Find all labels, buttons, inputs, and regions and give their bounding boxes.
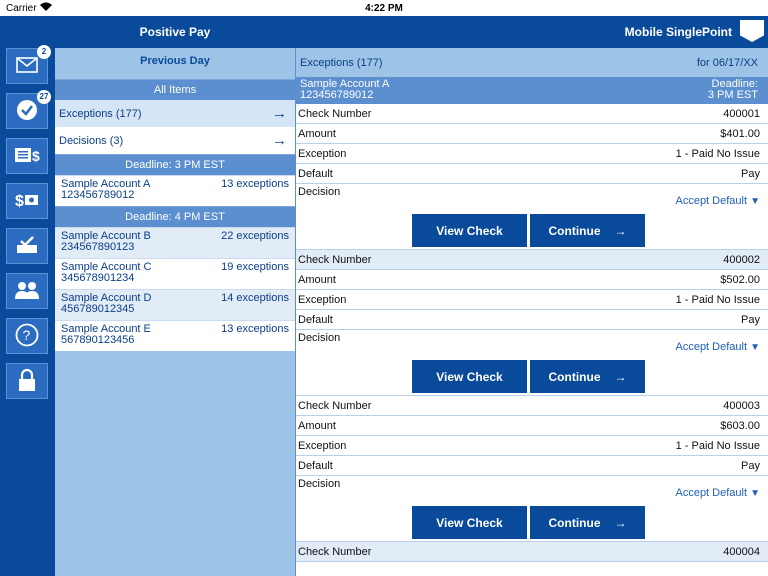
- arrow-right-icon: →: [272, 132, 287, 149]
- continue-button[interactable]: Continue →: [530, 214, 645, 247]
- exception-row: Exception 1 - Paid No Issue: [296, 290, 768, 310]
- panel-title: Previous Day: [140, 55, 210, 67]
- account-header: Sample Account A 123456789012 Deadline: 3 …: [296, 77, 768, 104]
- deadline-value: 3 PM EST: [707, 89, 758, 101]
- account-number: 456789012345: [61, 303, 135, 315]
- list-item[interactable]: Sample Account D 456789012345 14 exceptio…: [55, 289, 295, 320]
- transfer-button[interactable]: $: [6, 183, 48, 219]
- list-item[interactable]: Sample Account B 234567890123 22 exceptio…: [55, 227, 295, 258]
- account-list-panel: Previous Day All Items Exceptions (177) …: [55, 48, 295, 576]
- deposit-button[interactable]: [6, 228, 48, 264]
- users-button[interactable]: [6, 273, 48, 309]
- chevron-down-icon: ▼: [750, 196, 760, 207]
- arrow-right-icon: →: [614, 223, 627, 238]
- view-check-button[interactable]: View Check: [412, 506, 527, 539]
- check-number-row: Check Number 400002: [296, 250, 768, 270]
- icon-rail: 2 27 $ $ ?: [0, 45, 55, 576]
- chevron-down-icon: ▼: [750, 488, 760, 499]
- all-items-header: All Items: [55, 79, 295, 100]
- account-number: 123456789012: [61, 189, 135, 201]
- brand-name: Mobile SinglePoint: [624, 25, 732, 39]
- app-header: Positive Pay Mobile SinglePoint: [0, 16, 768, 48]
- detail-title: Exceptions (177): [300, 56, 383, 69]
- continue-button[interactable]: Continue →: [530, 506, 645, 539]
- detail-header: Exceptions (177) for 06/17/XX: [296, 48, 768, 77]
- list-item[interactable]: Sample Account C 345678901234 19 exceptio…: [55, 258, 295, 289]
- svg-text:$: $: [15, 193, 24, 210]
- default-row: Default Pay: [296, 456, 768, 476]
- detail-date: for 06/17/XX: [696, 56, 758, 69]
- approvals-button[interactable]: 27: [6, 90, 51, 129]
- messages-badge: 2: [37, 45, 51, 59]
- account-number: 567890123456: [61, 334, 135, 346]
- checkmark-icon: [16, 99, 38, 124]
- bill-pay-button[interactable]: $: [6, 138, 48, 174]
- bills-icon: $: [14, 145, 40, 168]
- svg-text:$: $: [32, 148, 40, 164]
- view-check-button[interactable]: View Check: [412, 360, 527, 393]
- decision-select[interactable]: Accept Default ▼: [675, 487, 760, 499]
- view-check-button[interactable]: View Check: [412, 214, 527, 247]
- amount-row: Amount $401.00: [296, 124, 768, 144]
- default-row: Default Pay: [296, 164, 768, 184]
- exception-count: 14 exceptions: [221, 292, 289, 304]
- exception-detail-panel: Exceptions (177) for 06/17/XX Sample Acc…: [295, 48, 768, 576]
- check-number-row: Check Number 400004: [296, 542, 768, 562]
- shield-icon: [740, 20, 764, 42]
- page-title: Positive Pay: [139, 25, 211, 39]
- account-number: 345678901234: [61, 272, 135, 284]
- decision-row: Decision Accept Default ▼: [296, 184, 768, 208]
- deposit-icon: [15, 235, 39, 258]
- nav-exceptions[interactable]: Exceptions (177) →: [55, 100, 295, 127]
- chevron-down-icon: ▼: [750, 342, 760, 353]
- approvals-badge: 27: [37, 90, 51, 104]
- exception-count: 13 exceptions: [221, 178, 289, 190]
- arrow-right-icon: →: [272, 105, 287, 122]
- logout-button[interactable]: [6, 363, 48, 399]
- wifi-icon: [39, 2, 52, 14]
- nav-decisions-label: Decisions (3): [59, 134, 124, 147]
- amount-row: Amount $502.00: [296, 270, 768, 290]
- continue-button[interactable]: Continue →: [530, 360, 645, 393]
- users-icon: [14, 280, 40, 303]
- status-bar: Carrier 4:22 PM: [0, 0, 768, 576]
- amount-row: Amount $603.00: [296, 416, 768, 436]
- check-number-row: Check Number 400001: [296, 104, 768, 124]
- arrow-right-icon: →: [614, 369, 627, 384]
- lock-icon: [17, 368, 37, 395]
- svg-text:?: ?: [23, 327, 31, 343]
- account-number: 234567890123: [61, 241, 135, 253]
- account-number: 123456789012: [300, 89, 374, 101]
- exception-count: 13 exceptions: [221, 323, 289, 335]
- list-item[interactable]: Sample Account A 123456789012 13 exceptio…: [55, 175, 295, 206]
- help-icon: ?: [15, 323, 39, 350]
- nav-exceptions-label: Exceptions (177): [59, 107, 142, 120]
- exception-row: Exception 1 - Paid No Issue: [296, 436, 768, 456]
- messages-button[interactable]: 2: [6, 45, 51, 84]
- check-number-row: Check Number 400003: [296, 396, 768, 416]
- arrow-right-icon: →: [614, 515, 627, 530]
- decision-select[interactable]: Accept Default ▼: [675, 195, 760, 207]
- exception-count: 22 exceptions: [221, 230, 289, 242]
- help-button[interactable]: ?: [6, 318, 48, 354]
- deadline-header: Deadline: 3 PM EST: [55, 154, 295, 175]
- decision-row: Decision Accept Default ▼: [296, 476, 768, 500]
- cash-icon: $: [14, 190, 40, 213]
- default-row: Default Pay: [296, 310, 768, 330]
- exception-row: Exception 1 - Paid No Issue: [296, 144, 768, 164]
- decision-row: Decision Accept Default ▼: [296, 330, 768, 354]
- list-item[interactable]: Sample Account E 567890123456 13 exceptio…: [55, 320, 295, 351]
- decision-select[interactable]: Accept Default ▼: [675, 341, 760, 353]
- nav-decisions[interactable]: Decisions (3) →: [55, 127, 295, 154]
- exception-count: 19 exceptions: [221, 261, 289, 273]
- carrier-label: Carrier: [6, 2, 37, 14]
- deadline-header: Deadline: 4 PM EST: [55, 206, 295, 227]
- mail-icon: [16, 56, 38, 76]
